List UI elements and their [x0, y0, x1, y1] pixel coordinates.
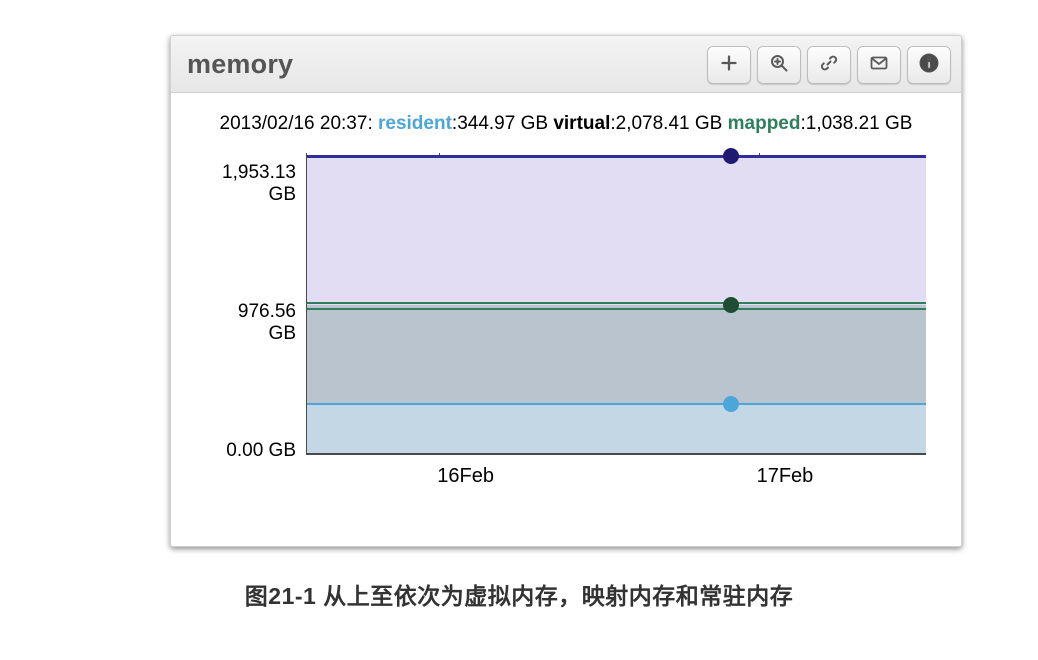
link-button[interactable]	[807, 46, 851, 84]
zoom-button[interactable]	[757, 46, 801, 84]
y-tick-2: 0.00 GB	[226, 440, 296, 462]
legend-val-resident: 344.97 GB	[457, 113, 548, 134]
y-tick-1: 976.56 GB	[238, 302, 296, 346]
series-resident-fill	[306, 404, 926, 453]
plus-icon	[720, 54, 738, 77]
y-axis: 1,953.13 GB 976.56 GB 0.00 GB	[171, 153, 306, 453]
memory-panel: memory	[170, 35, 962, 547]
legend-key-mapped: mapped	[728, 113, 801, 134]
panel-body: 2013/02/16 20:37: resident:344.97 GB vir…	[171, 93, 961, 547]
panel-title: memory	[187, 49, 293, 80]
magnifier-plus-icon	[769, 53, 789, 78]
x-axis: 16Feb 17Feb	[306, 453, 926, 513]
hover-readout: 2013/02/16 20:37: resident:344.97 GB vir…	[171, 113, 961, 135]
legend-key-virtual: virtual	[553, 113, 610, 134]
hover-dot-resident	[723, 396, 739, 412]
hover-dot-virtual	[723, 148, 739, 164]
panel-toolbar	[707, 46, 951, 84]
legend-val-mapped: 1,038.21 GB	[806, 113, 913, 134]
plot-area[interactable]	[306, 153, 926, 453]
info-icon	[918, 52, 940, 79]
series-mapped-line	[306, 302, 926, 304]
legend-key-resident: resident	[378, 113, 452, 134]
x-tick-1: 17Feb	[757, 465, 814, 488]
hover-timestamp: 2013/02/16 20:37	[220, 113, 368, 134]
legend-val-virtual: 2,078.41 GB	[616, 113, 723, 134]
hover-dot-mapped	[723, 297, 739, 313]
y-axis-line	[306, 153, 307, 455]
add-button[interactable]	[707, 46, 751, 84]
panel-header: memory	[171, 36, 961, 93]
series-resident-line	[306, 403, 926, 405]
mail-icon	[869, 53, 889, 78]
info-button[interactable]	[907, 46, 951, 84]
series-virtual-line	[306, 155, 926, 158]
link-icon	[819, 53, 839, 78]
y-tick-0: 1,953.13 GB	[222, 162, 296, 206]
figure-caption: 图21-1 从上至依次为虚拟内存，映射内存和常驻内存	[0, 577, 1038, 611]
mail-button[interactable]	[857, 46, 901, 84]
series-mapped-line2	[306, 308, 926, 310]
x-tick-0: 16Feb	[437, 465, 494, 488]
